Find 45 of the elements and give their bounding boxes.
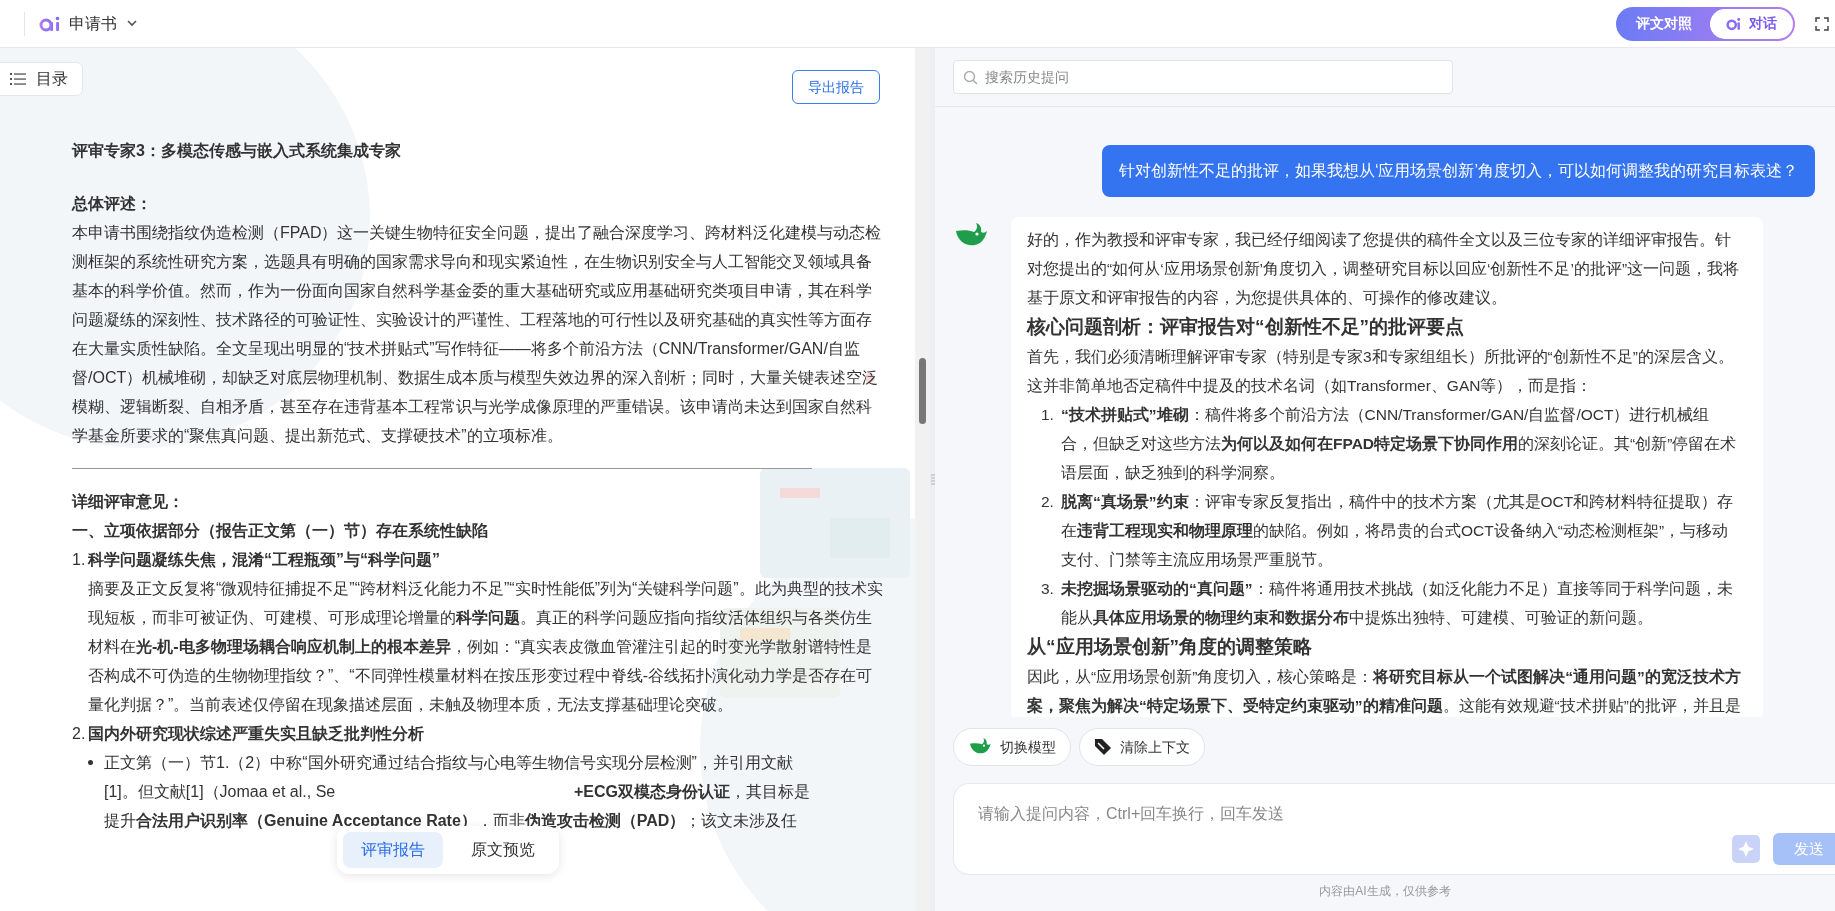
text-line: 正文第（一）节1.（2）中称“国外研究通过结合指纹与心电等生物信号实现分层检测”，并引用文献 bbox=[104, 753, 793, 773]
text-line: +ECG双模态身份认证，其目标是 bbox=[574, 782, 810, 802]
app-title[interactable]: 申请书 bbox=[69, 11, 117, 36]
bullet-icon bbox=[88, 760, 93, 765]
section-heading: 核心问题剖析：评审报告对“创新性不足”的批评要点 bbox=[1027, 315, 1465, 339]
list-number: 1. bbox=[1041, 405, 1055, 425]
ai-logo-icon bbox=[39, 15, 61, 32]
view-tab[interactable]: 对话 bbox=[1710, 8, 1793, 39]
paragraph: 好的，作为教授和评审专家，我已经仔细阅读了您提供的稿件全文以及三位专家的详细评审报告。针对您提出的“如何从‘应用场景创新’角度切入，调整研究目标以回应‘创新性不足’的批评”这一问题，我将基于原文和评审报告的内容，为您提供具体的、可操作的修改建议。 bbox=[1027, 230, 1741, 308]
text-line: [1]。但文献[1]（Jomaa et al., Se bbox=[104, 782, 336, 802]
list-item-text: “技术拼贴式”堆砌：稿件将多个前沿方法（CNN/Transformer/GAN/自监督/OCT）进行机械组合，但缺乏对这些方法为何以及如何在FPAD特定场景下协同作用的深刻论证。其“创新”停留在术语层面，缺乏独到的科学洞察。 bbox=[1061, 405, 1738, 483]
tool-button[interactable]: 切换模型 bbox=[953, 728, 1071, 766]
section-label: 一、立项依据部分（报告正文第（一）节）存在系统性缺陷 bbox=[72, 521, 489, 541]
fullscreen-icon[interactable] bbox=[1815, 16, 1829, 31]
sparkle-icon[interactable] bbox=[1732, 835, 1760, 863]
paragraph: 首先，我们必须清晰理解评审专家（特别是专家3和专家组组长）所批评的“创新性不足”的深层含义。这并非简单地否定稿件中提及的技术名词（如Transformer、GAN等），而是指： bbox=[1027, 347, 1735, 396]
paragraph: 本申请书围绕指纹伪造检测（FPAD）这一关键生物特征安全问题，提出了融合深度学习、跨材料泛化建模与动态检测框架的系统性研究方案，选题具有明确的国家需求导向和现实紧迫性，在生物识别安全与人工智能交叉领域具备基本的科学价值。然而，作为一份面向国家自然科学基金委的重大基础研究或应用基础研究类项目申请，其在科学问题凝练的深刻性、技术路径的可验证性、实验设计的严谨性、工程落地的可行性以及研究基础的真实性等方面存在大量实质性缺陷。全文呈现出明显的“技术拼贴式”写作特征——将多个前沿方法（CNN/Transformer/GAN/自监督/OCT）机械堆砌，却缺乏对底层物理机制、数据生成本质与模型失效边界的深入剖析；同时，大量关键表述空泛模糊、逻辑断裂、自相矛盾，甚至存在违背基本工程常识与光学成像原理的严重错误。该申请尚未达到国家自然科学基金所要求的“聚焦真问题、提出新范式、支撑硬技术”的立项标准。 bbox=[72, 223, 883, 446]
section-label: 总体评述： bbox=[72, 194, 153, 214]
section-heading: 从“应用场景创新”角度的调整策略 bbox=[1027, 635, 1313, 659]
eraser-icon bbox=[1094, 738, 1112, 756]
scrollbar-thumb[interactable] bbox=[919, 358, 926, 424]
list-item-title: 科学问题凝练失焦，混淆“工程瓶颈”与“科学问题” bbox=[88, 550, 440, 570]
search-icon bbox=[963, 70, 978, 85]
view-tab[interactable]: 评审报告 bbox=[343, 832, 443, 868]
list-number: 3. bbox=[1041, 579, 1055, 599]
list-icon bbox=[10, 72, 26, 86]
chevron-down-icon[interactable] bbox=[127, 20, 137, 27]
list-item-text: 未挖掘场景驱动的“真问题”：稿件将通用技术挑战（如泛化能力不足）直接等同于科学问题，未能从具体应用场景的物理约束和数据分布中提炼出独特、可建模、可验证的新问题。 bbox=[1061, 579, 1734, 628]
paragraph: 摘要及正文反复将“微观特征捕捉不足”“跨材料泛化能力不足”“实时性能低”列为“关键科学问题”。此为典型的技术实现短板，而非可被证伪、可建模、可形成理论增量的科学问题。真正的科学问题应指向指纹活体组织与各类仿生材料在光-机-电多物理场耦合响应机制上的根本差异，例如：“真实表皮微血管灌注引起的时变光学散射谱特性是否构成不可伪造的生物物理指纹？”、“不同弹性模量材料在按压形变过程中脊线-谷线拓扑演化动力学是否存在可量化判据？”。当前表述仅停留在现象描述层面，未触及物理本质，无法支撑基础理论突破。 bbox=[87, 579, 884, 715]
section-title: 评审专家3：多模态传感与嵌入式系统集成专家 bbox=[72, 141, 402, 161]
list-number: 2. bbox=[72, 724, 87, 744]
list-number: 1. bbox=[72, 550, 87, 570]
tool-button[interactable]: 清除上下文 bbox=[1079, 728, 1205, 766]
view-tab[interactable]: 原文预览 bbox=[453, 832, 553, 868]
section-label: 详细评审意见： bbox=[72, 492, 185, 512]
list-number: 2. bbox=[1041, 492, 1055, 512]
list-item-title: 国内外研究现状综述严重失实且缺乏批判性分析 bbox=[88, 724, 424, 744]
toc-button[interactable]: 目录 bbox=[0, 62, 83, 96]
user-message: 针对创新性不足的批评，如果我想从‘应用场景创新’角度切入，可以如何调整我的研究目标表述？ bbox=[1101, 145, 1815, 197]
export-button[interactable]: 导出报告 bbox=[792, 70, 880, 104]
paragraph: 因此，从“应用场景创新”角度切入，核心策略是：将研究目标从一个试图解决“通用问题”的宽泛技术方案，聚焦为解决“特定场景下、受特定约束驱动”的精准问题。这能有效规避“技术拼贴”的批评，并且是 bbox=[1027, 667, 1741, 716]
drag-handle-icon[interactable] bbox=[930, 473, 935, 486]
search-field[interactable]: 搜索历史提问 bbox=[953, 60, 1453, 94]
disclaimer: 内容由AI生成，仅供参考 bbox=[1318, 883, 1452, 900]
list-item-text: 脱离“真场景”约束：评审专家反复指出，稿件中的技术方案（尤其是OCT和跨材料特征提取）存在违背工程现实和物理原理的缺陷。例如，将昂贵的台式OCT设备纳入“动态检测框架”，与移动支付、门禁等主流应用场景严重脱节。 bbox=[1061, 492, 1735, 570]
